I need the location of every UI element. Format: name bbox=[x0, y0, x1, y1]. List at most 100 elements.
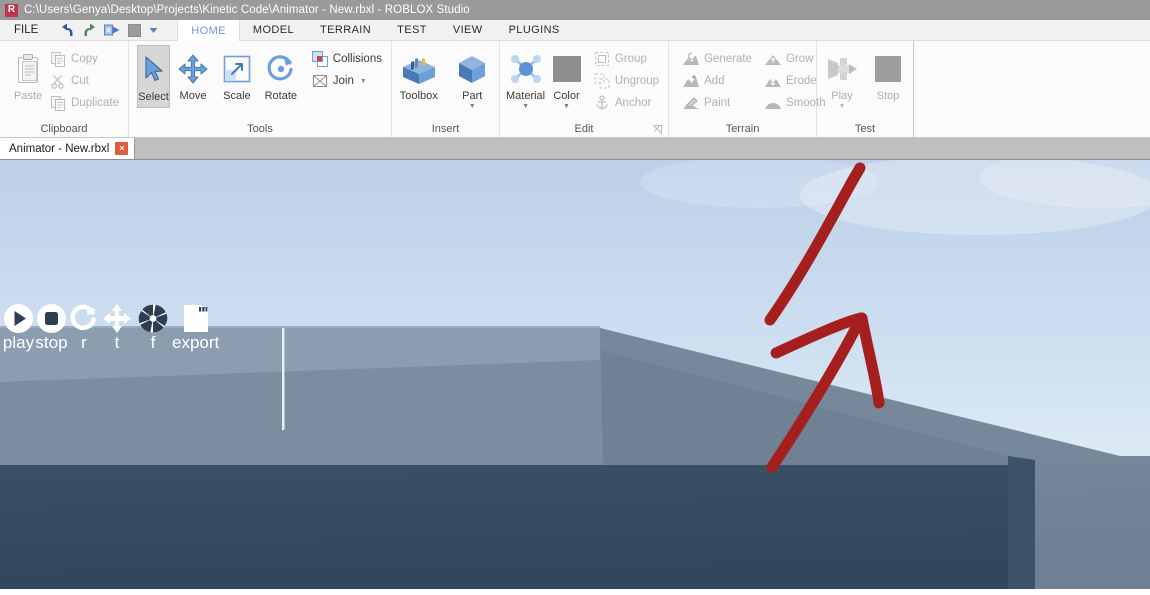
overlay-rotate-item[interactable]: r bbox=[68, 303, 100, 352]
tab-test[interactable]: TEST bbox=[384, 20, 440, 40]
terrain-add-button[interactable]: Add bbox=[681, 70, 757, 92]
chevron-down-icon[interactable] bbox=[148, 25, 159, 36]
roblox-studio-window: R C:\Users\Genya\Desktop\Projects\Kineti… bbox=[0, 0, 1150, 595]
move-label: Move bbox=[179, 90, 207, 102]
cut-button[interactable]: Cut bbox=[48, 70, 124, 92]
tab-plugins[interactable]: PLUGINS bbox=[496, 20, 573, 40]
toolbox-icon bbox=[400, 49, 438, 89]
play-dropdown-caret-icon[interactable]: ▼ bbox=[839, 103, 846, 110]
document-tab-bar: Animator - New.rbxl × bbox=[0, 138, 1150, 160]
overlay-rotate-label: r bbox=[81, 333, 87, 352]
anchor-label: Anchor bbox=[614, 97, 652, 109]
anchor-button[interactable]: Anchor bbox=[592, 92, 664, 114]
material-button[interactable]: Material ▼ bbox=[506, 45, 546, 110]
terrain-generate-icon bbox=[683, 51, 699, 67]
tab-terrain[interactable]: TERRAIN bbox=[307, 20, 384, 40]
collisions-button[interactable]: Collisions bbox=[310, 48, 387, 70]
roblox-logo-icon: R bbox=[5, 3, 18, 17]
play-circle-icon[interactable] bbox=[2, 303, 35, 334]
stop-square-icon bbox=[873, 49, 903, 89]
scale-tool-button[interactable]: Scale bbox=[216, 45, 258, 102]
edit-group-label-text: Edit bbox=[574, 123, 594, 135]
cut-icon bbox=[50, 73, 66, 89]
scale-label: Scale bbox=[223, 90, 251, 102]
redo-icon[interactable] bbox=[82, 23, 97, 37]
terrain-group-label: Terrain bbox=[725, 123, 760, 135]
sd-card-save-icon[interactable] bbox=[182, 303, 210, 334]
stop-button[interactable]: Stop bbox=[867, 45, 909, 102]
overlay-focus-item[interactable]: f bbox=[134, 303, 172, 352]
menu-and-tab-row: FILE HOME MODEL TERRAIN TEST VIEW PLUGIN… bbox=[0, 20, 1150, 41]
stop-label: Stop bbox=[876, 90, 900, 102]
move-tool-icon[interactable] bbox=[104, 23, 121, 37]
rotate-tool-button[interactable]: Rotate bbox=[260, 45, 302, 102]
terrain-paint-label: Paint bbox=[704, 97, 731, 109]
paste-button[interactable]: Paste bbox=[10, 45, 46, 102]
ribbon-tab-bar: HOME MODEL TERRAIN TEST VIEW PLUGINS bbox=[177, 20, 573, 41]
overlay-play-item[interactable]: play bbox=[2, 303, 35, 352]
terrain-grow-label: Grow bbox=[785, 53, 814, 65]
ribbon-group-edit: Material ▼ Color ▼ Group Ungroup Anchor … bbox=[500, 41, 669, 137]
edit-dialog-launcher-icon[interactable] bbox=[652, 124, 662, 135]
rotate-cw-icon[interactable] bbox=[70, 303, 98, 334]
ribbon-group-clipboard: Paste Copy Cut Duplicate Clipboard bbox=[0, 41, 129, 137]
move-arrows-icon[interactable] bbox=[102, 303, 132, 334]
3d-viewport[interactable]: play stop r t f export bbox=[0, 160, 1150, 589]
color-dropdown-caret-icon[interactable]: ▼ bbox=[563, 103, 570, 110]
overlay-stop-item[interactable]: stop bbox=[35, 303, 68, 352]
part-button[interactable]: Part ▼ bbox=[450, 45, 496, 110]
terrain-grow-icon bbox=[764, 51, 781, 67]
terrain-add-label: Add bbox=[704, 75, 725, 87]
overlay-export-label: export bbox=[172, 333, 220, 352]
overlay-stop-label: stop bbox=[35, 333, 68, 352]
join-dropdown-caret-icon[interactable]: ▼ bbox=[360, 78, 367, 85]
color-button[interactable]: Color ▼ bbox=[547, 45, 586, 110]
overlay-move-label: t bbox=[114, 333, 120, 352]
duplicate-label: Duplicate bbox=[71, 97, 119, 109]
camera-aperture-icon[interactable] bbox=[137, 303, 169, 334]
document-tab-animator[interactable]: Animator - New.rbxl × bbox=[0, 138, 136, 159]
clipboard-group-label: Clipboard bbox=[40, 123, 88, 135]
play-button[interactable]: Play ▼ bbox=[821, 45, 863, 110]
material-dropdown-caret-icon[interactable]: ▼ bbox=[522, 103, 529, 110]
scale-icon bbox=[222, 49, 252, 89]
group-button[interactable]: Group bbox=[592, 48, 664, 70]
terrain-generate-label: Generate bbox=[704, 53, 752, 65]
duplicate-icon bbox=[50, 95, 66, 111]
terrain-generate-button[interactable]: Generate bbox=[681, 48, 757, 70]
toolbox-label: Toolbox bbox=[399, 90, 438, 102]
overlay-move-item[interactable]: t bbox=[100, 303, 134, 352]
tools-small-commands: Collisions Join ▼ bbox=[310, 45, 387, 92]
ungroup-label: Ungroup bbox=[614, 75, 659, 87]
duplicate-button[interactable]: Duplicate bbox=[48, 92, 124, 114]
part-dropdown-caret-icon[interactable]: ▼ bbox=[469, 103, 476, 110]
copy-button[interactable]: Copy bbox=[48, 48, 124, 70]
terrain-paint-button[interactable]: Paint bbox=[681, 92, 757, 114]
color-swatch-icon[interactable] bbox=[128, 23, 142, 37]
move-tool-button[interactable]: Move bbox=[172, 45, 214, 102]
ribbon-filler bbox=[914, 41, 1150, 137]
rotate-label: Rotate bbox=[264, 90, 298, 102]
join-button[interactable]: Join ▼ bbox=[310, 70, 387, 92]
select-label: Select bbox=[138, 91, 169, 103]
select-tool-button[interactable]: Select bbox=[137, 45, 171, 108]
tab-home[interactable]: HOME bbox=[177, 20, 240, 41]
insert-group-label: Insert bbox=[431, 123, 460, 135]
material-label: Material bbox=[506, 90, 546, 102]
terrain-erode-icon bbox=[764, 73, 781, 89]
terrain-commands-col1: Generate Add Paint bbox=[681, 45, 757, 114]
tab-view[interactable]: VIEW bbox=[440, 20, 496, 40]
stop-circle-icon[interactable] bbox=[35, 303, 68, 334]
edit-small-commands: Group Ungroup Anchor bbox=[592, 45, 664, 114]
tab-model[interactable]: MODEL bbox=[240, 20, 307, 40]
join-label: Join bbox=[332, 75, 354, 87]
overlay-export-item[interactable]: export bbox=[172, 303, 219, 352]
close-icon[interactable]: × bbox=[115, 142, 129, 155]
undo-icon[interactable] bbox=[60, 23, 75, 37]
ribbon-group-test: Play ▼ Stop Test bbox=[817, 41, 914, 137]
part-front-face bbox=[0, 465, 1008, 589]
color-label: Color bbox=[553, 90, 580, 102]
ungroup-button[interactable]: Ungroup bbox=[592, 70, 664, 92]
toolbox-button[interactable]: Toolbox bbox=[396, 45, 442, 102]
file-menu-button[interactable]: FILE bbox=[0, 20, 52, 40]
